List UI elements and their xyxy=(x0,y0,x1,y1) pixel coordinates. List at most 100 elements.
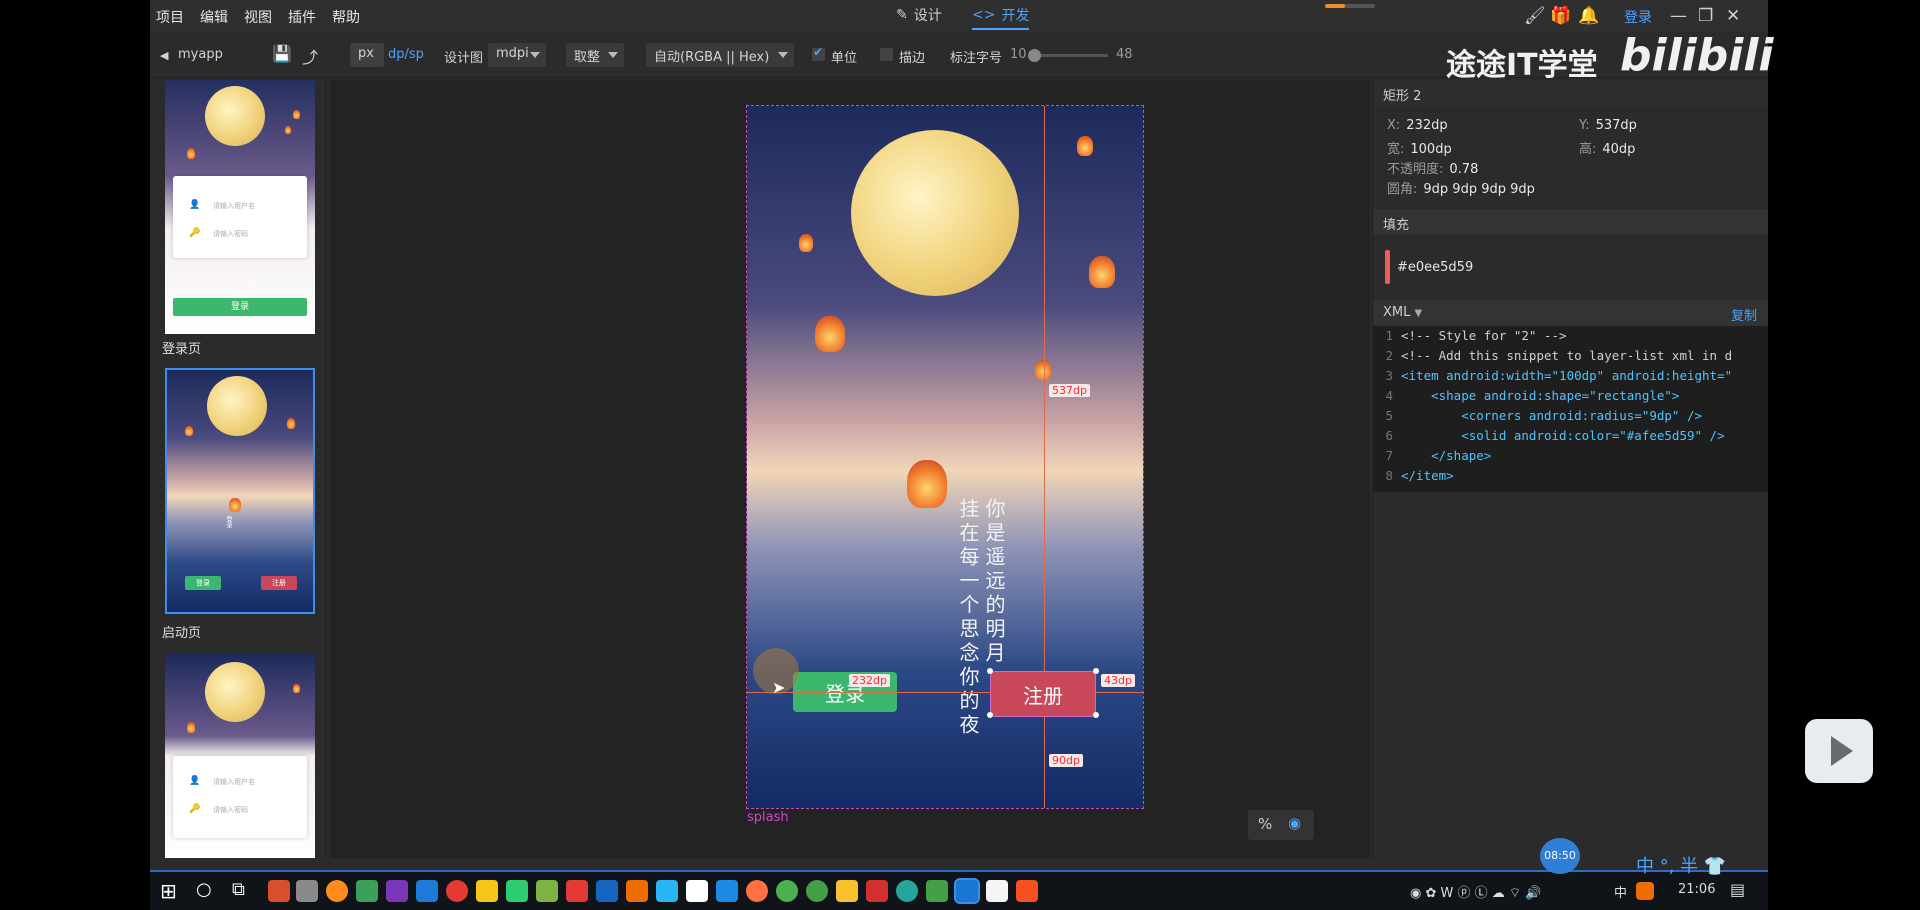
page-label-splash[interactable]: 启动页 xyxy=(162,622,201,641)
app-icon[interactable] xyxy=(268,880,290,902)
app-icon[interactable] xyxy=(1016,880,1038,902)
bell-icon[interactable]: 🔔 xyxy=(1578,6,1599,26)
store-icon[interactable] xyxy=(986,880,1008,902)
onenote-icon[interactable] xyxy=(386,880,408,902)
app-icon[interactable] xyxy=(896,880,918,902)
guide-bottom xyxy=(1044,716,1045,808)
windows-start-icon[interactable]: ⊞ xyxy=(160,879,177,903)
eye-icon[interactable]: ◉ xyxy=(1288,814,1301,832)
maximize-icon[interactable]: ❐ xyxy=(1698,6,1713,26)
sticky-notes-icon[interactable] xyxy=(476,880,498,902)
ime-toolbar[interactable]: 中 °, 半 👕 xyxy=(1636,852,1726,878)
export-icon[interactable]: ⤴ xyxy=(302,44,318,68)
lantern-image xyxy=(815,316,845,352)
artboard-label[interactable]: splash xyxy=(747,810,789,825)
progress-indicator xyxy=(1325,4,1375,8)
app-icon[interactable] xyxy=(716,880,738,902)
app-icon[interactable] xyxy=(954,878,980,904)
register-button[interactable]: 注册 xyxy=(990,671,1096,717)
unit-label: 单位 xyxy=(831,51,858,66)
task-view-icon[interactable]: ⧉ xyxy=(232,879,245,900)
menu-plugin[interactable]: 插件 xyxy=(288,7,316,27)
stroke-checkbox[interactable] xyxy=(880,48,893,61)
lantern-image xyxy=(1089,256,1115,288)
tray-icons[interactable]: ◉ ✿ W ⓟ Ⓛ ☁ ⌔ 🔊 xyxy=(1410,882,1541,901)
app-icon[interactable] xyxy=(746,880,768,902)
save-icon[interactable]: 💾 xyxy=(272,44,292,63)
menu-help[interactable]: 帮助 xyxy=(332,7,360,27)
tab-dev[interactable]: <> 开发 xyxy=(972,5,1030,30)
timer-badge[interactable]: 08:50 xyxy=(1540,838,1580,874)
percent-icon[interactable]: % xyxy=(1258,815,1272,833)
fill-header: 填充 xyxy=(1373,209,1768,235)
chrome-icon[interactable] xyxy=(776,880,798,902)
ime-indicator[interactable]: 中 xyxy=(1614,882,1627,901)
calculator-icon[interactable] xyxy=(296,880,318,902)
wechat-icon[interactable] xyxy=(806,880,828,902)
app-icon[interactable] xyxy=(686,880,708,902)
measure-right: 43dp xyxy=(1101,674,1135,687)
app-icon[interactable] xyxy=(626,880,648,902)
artboard-splash[interactable]: 挂在每一个思念你的夜 你是遥远的明月 登录 注册 537dp 232dp 43d… xyxy=(746,105,1144,809)
photos-icon[interactable] xyxy=(416,880,438,902)
watermark-text: 途途IT学堂 xyxy=(1446,48,1598,83)
back-icon[interactable]: ◀ xyxy=(160,49,168,62)
netease-icon[interactable] xyxy=(446,880,468,902)
font-size-slider[interactable] xyxy=(1028,49,1108,62)
page-thumb-login[interactable]: 👤 请输入用户名 🔑 请输入密码 登录 xyxy=(165,80,315,334)
word-icon[interactable] xyxy=(596,880,618,902)
close-icon[interactable]: ✕ xyxy=(1726,6,1740,26)
app-window: 项目 编辑 视图 插件 帮助 ✎ 设计 <> 开发 🖌 🎁 🔔 登录 — ❐ ✕… xyxy=(150,0,1768,910)
code-line: <solid android:color="#afee5d59" /> xyxy=(1401,428,1725,443)
play-button-icon[interactable] xyxy=(1805,719,1873,783)
menu-edit[interactable]: 编辑 xyxy=(200,7,228,27)
design-canvas[interactable]: 挂在每一个思念你的夜 你是遥远的明月 登录 注册 537dp 232dp 43d… xyxy=(330,80,1370,858)
lantern-image xyxy=(907,460,947,508)
minimize-icon[interactable]: — xyxy=(1670,6,1687,26)
unit-px-button[interactable]: px xyxy=(350,43,384,67)
page-thumb-splash[interactable]: 登录 登录 注册 xyxy=(165,368,315,614)
fill-value[interactable]: #e0ee5d59 xyxy=(1397,260,1473,275)
folder-icon[interactable] xyxy=(836,880,858,902)
app-icon[interactable] xyxy=(656,880,678,902)
tab-design[interactable]: ✎ 设计 xyxy=(896,5,942,25)
menu-project[interactable]: 项目 xyxy=(156,7,184,27)
inspector-panel: 矩形 2 X: 232dp Y: 537dp 宽: 100dp 高: 40dp 不透明度… xyxy=(1372,80,1768,858)
app-icon[interactable] xyxy=(566,880,588,902)
page-thumb-other[interactable]: 👤 请输入用户名 🔑 请输入密码 xyxy=(165,654,315,858)
key-icon: 🔑 xyxy=(189,804,201,814)
prop-radius: 圆角: 9dp 9dp 9dp 9dp xyxy=(1387,182,1535,197)
fill-swatch[interactable] xyxy=(1385,250,1390,284)
sogou-icon[interactable] xyxy=(1636,882,1654,900)
lambda-icon[interactable] xyxy=(536,880,558,902)
firefox-icon[interactable] xyxy=(326,880,348,902)
rounding-select[interactable]: 取整 xyxy=(566,43,624,67)
brush-icon[interactable]: 🖌 xyxy=(1524,6,1546,26)
app-icon[interactable] xyxy=(506,880,528,902)
search-icon[interactable]: ○ xyxy=(196,879,212,900)
clock[interactable]: 21:06 xyxy=(1678,882,1715,897)
login-link[interactable]: 登录 xyxy=(1624,7,1652,27)
moon-image xyxy=(851,130,1019,296)
menu-view[interactable]: 视图 xyxy=(244,7,272,27)
density-select[interactable]: mdpi xyxy=(488,43,546,67)
measure-top: 537dp xyxy=(1049,384,1090,397)
app-icon[interactable] xyxy=(866,880,888,902)
unit-dp-button[interactable]: dp/sp xyxy=(388,47,424,62)
chevron-down-icon[interactable]: ▼ xyxy=(1415,308,1423,319)
project-name[interactable]: myapp xyxy=(178,47,223,62)
menu-bar: 项目 编辑 视图 插件 帮助 ✎ 设计 <> 开发 🖌 🎁 🔔 登录 — ❐ ✕ xyxy=(150,0,1768,32)
poem-line-1: 你是遥远的明月 xyxy=(982,498,1006,666)
unit-checkbox[interactable] xyxy=(812,45,825,61)
xml-code[interactable]: 1 <!-- Style for "2" --> 2 <!-- Add this s… xyxy=(1373,326,1768,492)
prop-height: 高: 40dp xyxy=(1579,142,1636,157)
copy-button[interactable]: 复制 xyxy=(1731,305,1757,324)
slider-handle[interactable] xyxy=(1028,49,1041,62)
gift-icon[interactable]: 🎁 xyxy=(1550,6,1571,26)
app-icon[interactable] xyxy=(926,880,948,902)
app-icon[interactable] xyxy=(356,880,378,902)
prop-y: Y: 537dp xyxy=(1579,118,1637,133)
color-format-select[interactable]: 自动(RGBA || Hex) xyxy=(646,43,794,67)
page-label-login[interactable]: 登录页 xyxy=(162,338,201,357)
notification-icon[interactable]: ▤ xyxy=(1730,880,1745,899)
